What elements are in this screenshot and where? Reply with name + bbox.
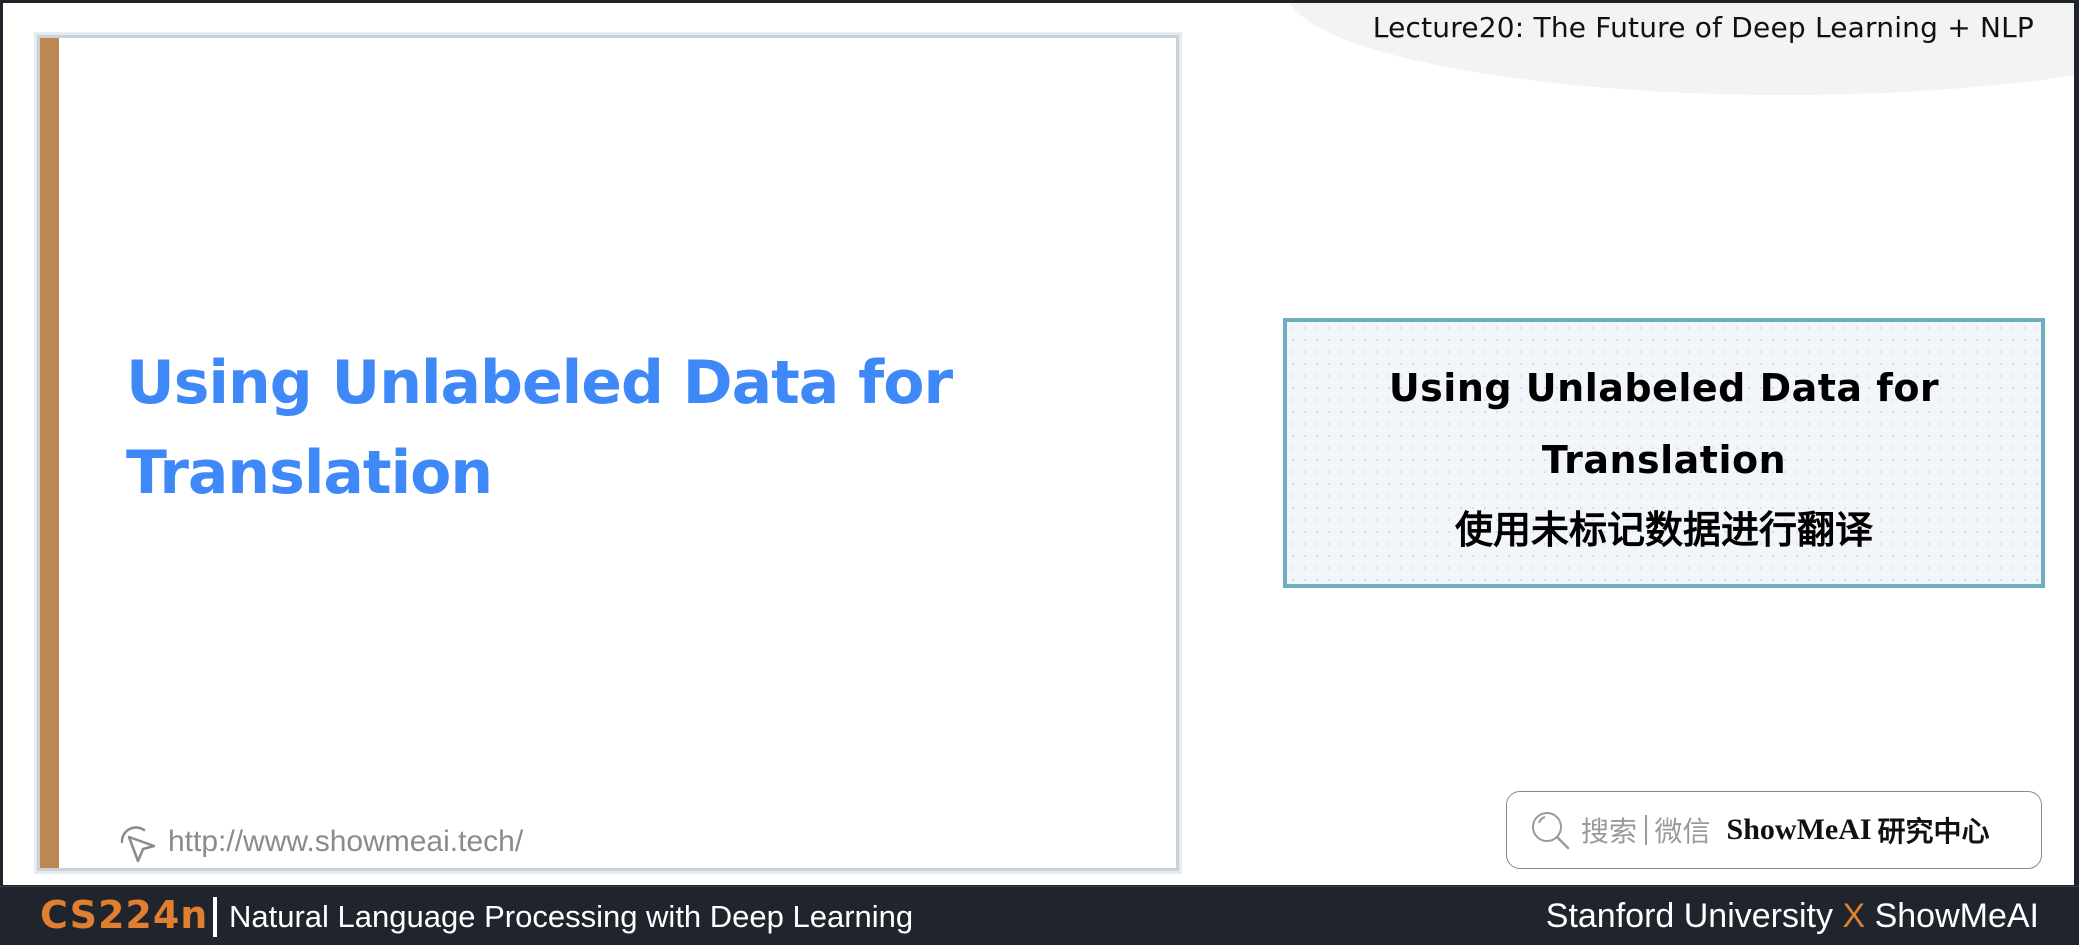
slide-title: Using Unlabeled Data for Translation <box>126 338 1026 518</box>
footer-divider <box>213 897 217 937</box>
search-hint-wechat: 微信 <box>1654 815 1711 848</box>
search-icon <box>1532 812 1570 850</box>
lecture-title: Lecture20: The Future of Deep Learning +… <box>1372 11 2034 44</box>
slide-accent-bar <box>40 38 59 868</box>
course-name: Natural Language Processing with Deep Le… <box>229 899 914 934</box>
website-url[interactable]: http://www.showmeai.tech/ <box>168 825 523 859</box>
slide-preview: Using Unlabeled Data for Translation htt… <box>37 35 1179 871</box>
footer-credit: Stanford University X ShowMeAI <box>1546 897 2039 936</box>
search-brand-name: ShowMeAI <box>1726 813 1872 846</box>
slide-title-line-1: Using Unlabeled Data for <box>126 348 953 418</box>
summary-title-en-line-1: Using Unlabeled Data for <box>1388 366 1940 410</box>
summary-title-zh: 使用未标记数据进行翻译 <box>1454 508 1873 552</box>
credit-brand: ShowMeAI <box>1874 897 2039 935</box>
page-canvas: Lecture20: The Future of Deep Learning +… <box>3 3 2074 885</box>
wechat-search-badge[interactable]: 搜索 微信 ShowMeAI 研究中心 <box>1506 791 2042 869</box>
footer-bar: CS224n Natural Language Processing with … <box>0 886 2079 945</box>
summary-title-en-line-2: Translation <box>1541 438 1787 482</box>
search-brand-suffix: 研究中心 <box>1877 815 1990 848</box>
search-hint-search: 搜索 <box>1581 815 1638 848</box>
search-hint-divider <box>1645 815 1647 845</box>
course-code: CS224n <box>40 893 209 937</box>
credit-university: Stanford University <box>1545 897 1833 935</box>
slide-title-line-2: Translation <box>126 438 493 508</box>
cursor-click-icon <box>120 826 156 863</box>
credit-x: X <box>1842 897 1866 935</box>
slide-summary-box: Using Unlabeled Data for Translation 使用未… <box>1283 318 2045 588</box>
slide-website-link[interactable]: http://www.showmeai.tech/ <box>114 820 523 864</box>
